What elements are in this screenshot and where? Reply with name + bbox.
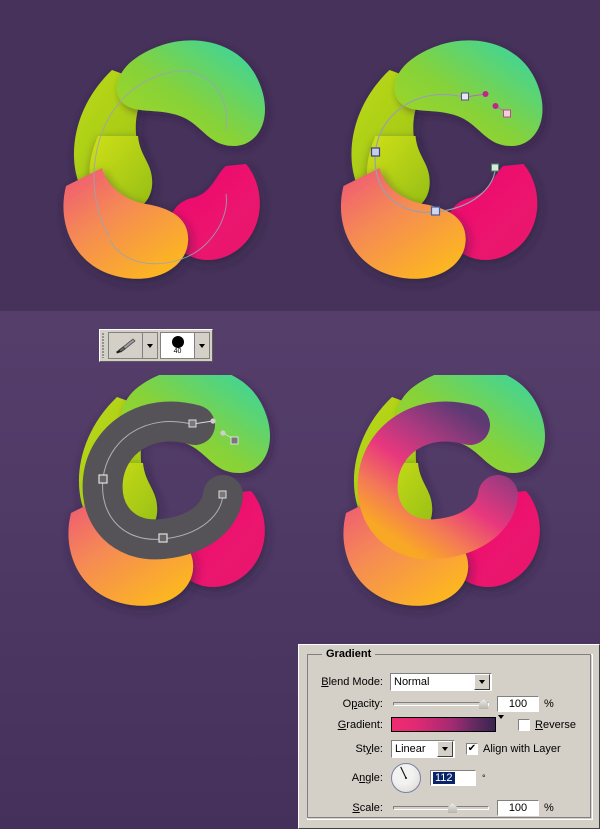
reverse-checkbox[interactable] bbox=[518, 718, 530, 731]
gradient-picker-arrow[interactable] bbox=[498, 714, 504, 731]
chevron-down-icon bbox=[146, 343, 153, 348]
style-select[interactable]: Linear bbox=[391, 740, 455, 758]
logo-panel-gray-stroke bbox=[40, 375, 290, 625]
bezier-anchor-point[interactable] bbox=[430, 206, 441, 216]
align-with-layer-checkbox[interactable]: ✔ bbox=[466, 743, 478, 755]
logo-panel-path-selected bbox=[315, 18, 560, 303]
bezier-anchor-point[interactable] bbox=[188, 419, 197, 428]
opacity-slider-thumb[interactable] bbox=[479, 699, 488, 709]
logo-artwork-path-selected bbox=[340, 40, 543, 279]
toolbar-grip-handle[interactable] bbox=[102, 333, 105, 358]
brush-tool-button[interactable] bbox=[108, 333, 142, 358]
scale-slider[interactable] bbox=[393, 801, 489, 815]
opacity-value-input[interactable]: 100 bbox=[497, 696, 539, 712]
blend-mode-label: Blend Mode: bbox=[321, 676, 383, 688]
reverse-label: Reverse bbox=[535, 718, 576, 731]
brush-options-toolbar[interactable]: 40 bbox=[99, 329, 213, 362]
logo-artwork-plain bbox=[63, 40, 265, 279]
chevron-down-icon bbox=[199, 343, 205, 348]
angle-unit: ° bbox=[482, 773, 486, 783]
chevron-down-icon bbox=[442, 747, 448, 751]
style-row: Style: Linear ✔ Align with Layer bbox=[313, 740, 598, 758]
bezier-direction-handle[interactable] bbox=[220, 430, 226, 436]
logo-stroke-green-teal bbox=[116, 40, 265, 146]
blend-mode-row: Blend Mode: Normal bbox=[313, 673, 588, 691]
opacity-slider-track[interactable] bbox=[393, 702, 489, 706]
angle-dial[interactable] bbox=[391, 763, 421, 793]
opacity-slider[interactable] bbox=[393, 697, 489, 711]
gradient-overlay-dialog[interactable]: Gradient Blend Mode: Normal Opacity: 100… bbox=[298, 644, 600, 829]
blend-mode-select[interactable]: Normal bbox=[390, 673, 492, 691]
brush-tool-group[interactable] bbox=[107, 332, 158, 359]
bezier-anchor-point[interactable] bbox=[158, 533, 168, 543]
gradient-row: Gradient: Reverse bbox=[313, 714, 598, 732]
paintbrush-icon bbox=[116, 337, 137, 353]
logo-panel-plain bbox=[40, 18, 280, 303]
logo-artwork-gray-stroke bbox=[68, 375, 270, 606]
scale-slider-track[interactable] bbox=[393, 806, 489, 810]
opacity-unit: % bbox=[544, 698, 554, 710]
screenshot-stage: 40 Gradient Blend Mode: Normal Opacity: bbox=[0, 0, 600, 829]
gradient-group-title: Gradient bbox=[322, 648, 376, 660]
bezier-direction-handle[interactable] bbox=[210, 418, 216, 424]
bezier-anchor-point[interactable] bbox=[503, 109, 511, 118]
blend-mode-value: Normal bbox=[394, 676, 430, 688]
gradient-brush-stroke bbox=[357, 401, 518, 560]
scale-value: 100 bbox=[508, 802, 528, 814]
scale-row: Scale: 100 % bbox=[313, 800, 598, 816]
style-value: Linear bbox=[395, 743, 426, 755]
chevron-down-icon bbox=[479, 680, 485, 684]
brush-preset-group[interactable]: 40 bbox=[160, 332, 210, 359]
scale-slider-thumb[interactable] bbox=[448, 803, 457, 813]
opacity-row: Opacity: 100 % bbox=[313, 696, 593, 712]
chevron-down-icon bbox=[498, 714, 504, 731]
angle-value-input[interactable]: 112 bbox=[430, 770, 476, 786]
bezier-anchor-point[interactable] bbox=[230, 436, 239, 445]
brush-preset-button[interactable]: 40 bbox=[161, 333, 194, 358]
gray-brush-stroke bbox=[82, 401, 243, 560]
angle-row: Angle: 112 ° bbox=[313, 763, 598, 793]
bezier-direction-handle[interactable] bbox=[482, 91, 489, 97]
angle-value: 112 bbox=[433, 772, 455, 784]
style-label: Style: bbox=[355, 743, 383, 755]
scale-unit: % bbox=[544, 802, 554, 814]
bezier-anchor-point[interactable] bbox=[461, 92, 469, 101]
bezier-direction-handle[interactable] bbox=[492, 103, 499, 109]
blend-mode-dropdown-arrow[interactable] bbox=[474, 674, 490, 690]
checkmark-icon: ✔ bbox=[467, 743, 477, 754]
angle-label: Angle: bbox=[351, 772, 383, 784]
style-dropdown-arrow[interactable] bbox=[437, 741, 453, 757]
logo-panel-gradient-stroke bbox=[315, 375, 565, 625]
align-with-layer-label: Align with Layer bbox=[483, 743, 561, 755]
brush-tip-icon bbox=[171, 336, 184, 348]
scale-value-input[interactable]: 100 bbox=[497, 800, 539, 816]
brush-preset-size: 40 bbox=[173, 348, 182, 355]
opacity-value: 100 bbox=[508, 698, 528, 710]
opacity-label: Opacity: bbox=[342, 698, 383, 710]
brush-tool-dropdown-arrow[interactable] bbox=[141, 333, 157, 358]
bezier-anchor-point[interactable] bbox=[218, 490, 227, 499]
scale-label: Scale: bbox=[352, 802, 383, 814]
brush-preset-dropdown-arrow[interactable] bbox=[194, 333, 209, 358]
bezier-anchor-point[interactable] bbox=[98, 474, 108, 484]
angle-dial-needle bbox=[400, 766, 407, 779]
bezier-anchor-point[interactable] bbox=[370, 147, 381, 157]
gradient-label: Gradient: bbox=[337, 718, 383, 731]
logo-artwork-gradient-stroke bbox=[343, 375, 545, 606]
bezier-anchor-point[interactable] bbox=[491, 163, 499, 172]
gradient-swatch[interactable] bbox=[391, 717, 496, 732]
